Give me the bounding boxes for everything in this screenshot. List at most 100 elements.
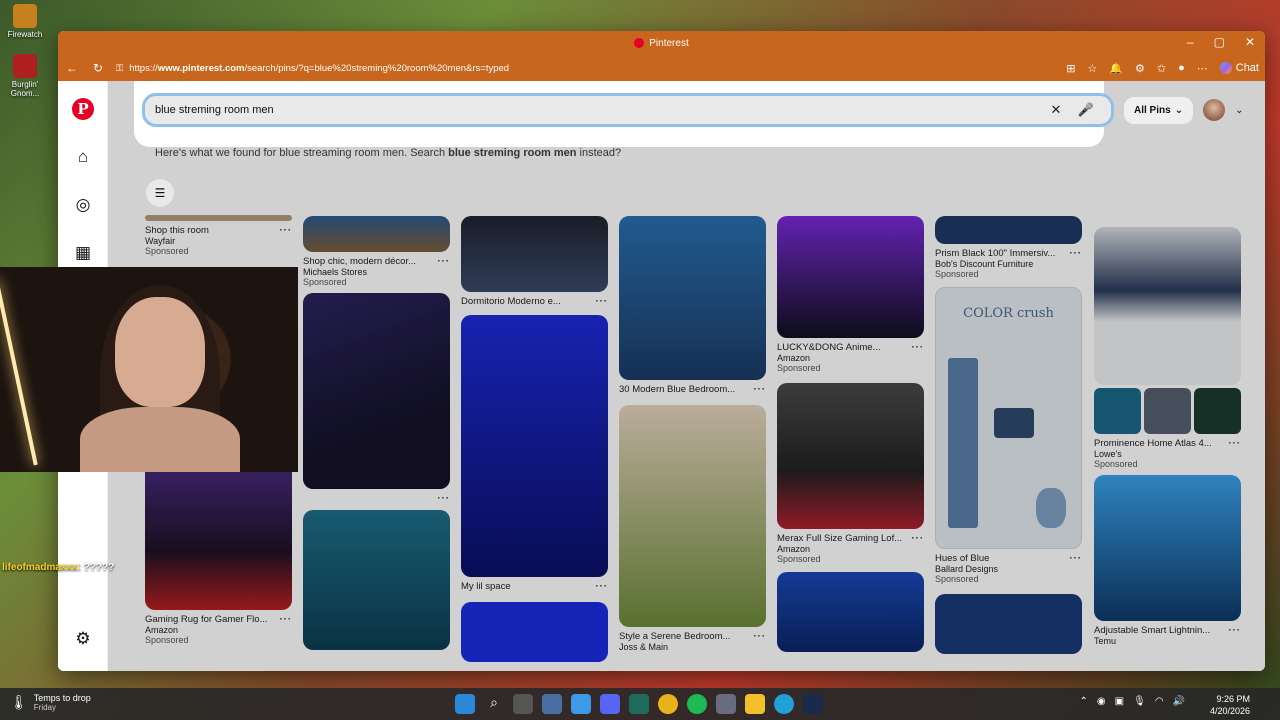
pin-card[interactable]: Style a Serene Bedroom... ··· Joss & Main [619,405,766,652]
pin-image[interactable] [461,602,608,662]
explore-icon[interactable]: ◎ [71,193,95,217]
pin-card[interactable] [777,572,924,652]
pin-card[interactable]: Prominence Home Atlas 4... ··· Lowe's Spo… [1094,227,1241,469]
pin-image[interactable] [777,572,924,652]
profile-icon[interactable]: ● [1178,62,1185,74]
pin-image[interactable] [619,405,766,627]
settings-app-icon[interactable] [542,694,562,714]
volume-icon[interactable]: 🔊 [1173,696,1185,707]
search-input[interactable] [155,104,1041,116]
tray-overflow-icon[interactable]: ⌃ [1080,696,1088,707]
microphone-icon[interactable]: 🎤 [1071,102,1101,118]
desktop-icon-burglin-gnomes[interactable]: Burglin' Gnom... [4,54,46,98]
chat-button[interactable]: Chat [1219,62,1259,74]
more-options-icon[interactable]: ··· [596,296,609,307]
pin-card[interactable] [303,510,450,650]
pin-card[interactable] [935,594,1082,654]
original-query-link[interactable]: blue streming room men [448,147,576,159]
more-options-icon[interactable]: ··· [912,533,925,544]
task-view-icon[interactable] [513,694,533,714]
pin-card[interactable]: 30 Modern Blue Bedroom... ··· [619,216,766,395]
maximize-button[interactable]: ▢ [1214,35,1225,49]
home-icon[interactable]: ⌂ [71,145,95,169]
close-button[interactable]: ✕ [1245,35,1255,49]
more-options-icon[interactable]: ··· [280,614,293,625]
file-explorer-icon[interactable] [745,694,765,714]
more-options-icon[interactable]: ··· [912,342,925,353]
pin-image[interactable] [303,216,450,252]
tray-app-icon[interactable]: ▣ [1115,696,1124,707]
pin-card[interactable]: My lil space ··· [461,315,608,592]
more-options-icon[interactable]: ··· [596,581,609,592]
pin-card[interactable]: Gaming Rug for Gamer Flo... ··· Amazon Sp… [145,462,292,645]
pin-image[interactable] [145,215,292,221]
pin-image[interactable] [619,216,766,380]
favorites-icon[interactable]: ✩ [1157,62,1166,75]
notifications-icon[interactable]: 🔔 [1109,62,1123,75]
start-icon[interactable] [455,694,475,714]
more-options-icon[interactable]: ··· [1070,248,1083,259]
pin-image[interactable] [777,383,924,529]
pin-image[interactable] [303,510,450,650]
pin-image[interactable] [461,315,608,577]
clock[interactable]: 9:26 PM 4/20/2026 [1210,693,1250,717]
clear-search-icon[interactable]: ✕ [1041,102,1071,118]
address-bar[interactable]: ⚿ https://www.pinterest.com/search/pins/… [116,63,996,74]
pin-image[interactable] [145,462,292,610]
pin-card[interactable]: Dormitorio Moderno e... ··· [461,216,608,307]
pin-image[interactable] [935,216,1082,244]
more-options-icon[interactable]: ··· [1229,438,1242,449]
back-button[interactable]: ← [64,61,80,75]
wifi-icon[interactable]: ◠ [1155,696,1164,707]
edge-icon[interactable] [774,694,794,714]
pin-card[interactable]: Adjustable Smart Lightnin... ··· Temu [1094,475,1241,646]
chrome-icon[interactable] [658,694,678,714]
user-avatar[interactable] [1203,99,1226,121]
more-options-icon[interactable]: ··· [438,256,451,267]
boards-icon[interactable]: ▦ [71,241,95,265]
more-options-icon[interactable]: ··· [754,631,767,642]
pin-card[interactable]: Merax Full Size Gaming Lof... ··· Amazon … [777,383,924,564]
more-menu-icon[interactable]: ⋯ [1197,62,1208,75]
favorite-star-icon[interactable]: ☆ [1087,62,1097,75]
more-options-icon[interactable]: ··· [754,384,767,395]
split-screen-icon[interactable]: ⊞ [1066,62,1075,75]
filter-button[interactable]: ☰ [146,179,174,207]
pin-image[interactable] [461,216,608,292]
more-options-icon[interactable]: ··· [438,493,451,504]
desktop-icon-firewatch[interactable]: Firewatch [4,4,46,39]
search-scope-dropdown[interactable]: All Pins ⌄ [1124,96,1194,124]
outlook-icon[interactable] [571,694,591,714]
pin-image[interactable] [777,216,924,338]
pin-image[interactable]: COLOR crush [935,287,1082,549]
pin-image[interactable] [935,594,1082,654]
account-chevron-icon[interactable]: ⌄ [1235,105,1243,116]
pin-image[interactable] [1094,227,1241,385]
pin-image[interactable] [1094,475,1241,621]
pin-card[interactable]: ··· [303,293,450,504]
pinterest-logo-icon[interactable]: P [71,97,95,121]
weather-widget[interactable]: 🌡 Temps to drop Friday [10,693,91,712]
pin-card[interactable] [461,602,608,662]
minimize-button[interactable]: – [1187,35,1194,49]
settings-gear-icon[interactable]: ⚙ [71,627,95,651]
pin-card[interactable]: LUCKY&DONG Anime... ··· Amazon Sponsored [777,216,924,373]
pin-card[interactable]: COLOR crush Hues of Blue ··· Ballard Desi… [935,287,1082,584]
steam-icon[interactable] [803,694,823,714]
refresh-button[interactable]: ↻ [90,61,106,75]
pin-card[interactable]: Shop chic, modern décor... ··· Michaels S… [303,216,450,287]
pin-image[interactable] [303,293,450,489]
pin-card[interactable]: Shop this room ··· Wayfair Sponsored [145,215,292,256]
terminal-icon[interactable] [629,694,649,714]
search-icon[interactable]: ⌕ [484,694,504,714]
app-icon[interactable] [716,694,736,714]
pin-card[interactable]: Prism Black 100" Immersiv... ··· Bob's Di… [935,216,1082,279]
more-options-icon[interactable]: ··· [1229,625,1242,636]
more-options-icon[interactable]: ··· [1070,553,1083,564]
spotify-icon[interactable] [687,694,707,714]
extensions-icon[interactable]: ⚙ [1135,62,1145,75]
more-options-icon[interactable]: ··· [280,225,293,236]
site-info-icon[interactable]: ⚿ [116,63,123,74]
mic-icon[interactable]: 🎙 [1133,696,1146,707]
discord-icon[interactable] [600,694,620,714]
